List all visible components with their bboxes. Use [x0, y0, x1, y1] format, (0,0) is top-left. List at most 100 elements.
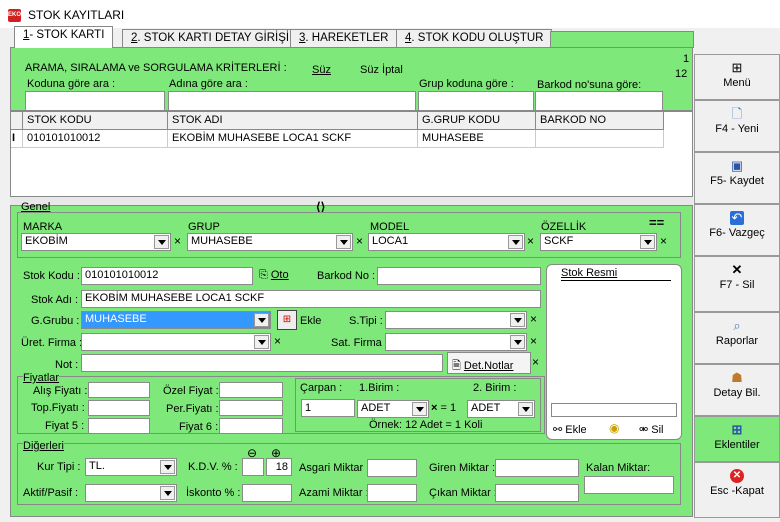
- kdv-input-2[interactable]: 18: [266, 458, 292, 476]
- marka-select[interactable]: EKOBİM: [21, 233, 171, 251]
- kalan-miktar-input[interactable]: [584, 476, 674, 494]
- aktif-pasif-select[interactable]: [85, 484, 177, 502]
- ggrubu-label: G.Grubu :: [31, 315, 80, 327]
- fiyat5-input[interactable]: [88, 418, 150, 434]
- filter-button[interactable]: Süz: [312, 64, 331, 76]
- tab-stok-karti[interactable]: 1- STOK KARTI: [14, 26, 114, 48]
- carpan-input[interactable]: 1: [301, 399, 355, 417]
- fiyat6-input[interactable]: [219, 418, 283, 434]
- cancel-button[interactable]: ↶ F6- Vazgeç: [694, 204, 780, 256]
- stipi-select[interactable]: [385, 311, 527, 329]
- table-cell[interactable]: EKOBİM MUHASEBE LOCA1 SCKF: [168, 130, 418, 148]
- kdv-input-1[interactable]: [242, 458, 264, 476]
- camera-icon[interactable]: ◉: [609, 421, 619, 435]
- save-button[interactable]: ▣ F5- Kaydet: [694, 152, 780, 204]
- clear-sat-firma-icon[interactable]: ×: [530, 334, 537, 348]
- add-image-icon: ⚯: [553, 424, 563, 436]
- model-select[interactable]: LOCA1: [368, 233, 525, 251]
- clear-marka-icon[interactable]: ×: [174, 234, 181, 248]
- save-disk-icon: ▣: [730, 158, 744, 173]
- clear-grup-icon[interactable]: ×: [356, 234, 363, 248]
- close-button[interactable]: ✕ Esc -Kapat: [694, 462, 780, 518]
- stock-image-panel[interactable]: Stok Resmi ⚯ Ekle ◉ ⚮ Sil: [546, 264, 682, 440]
- menu-button[interactable]: ⊞ Menü: [694, 54, 780, 100]
- chevron-down-icon: [412, 402, 427, 416]
- birim2-label: 2. Birim :: [473, 382, 517, 394]
- add-group-icon[interactable]: ⊞: [277, 310, 297, 330]
- uret-firma-select[interactable]: [81, 333, 271, 351]
- grup-select[interactable]: MUHASEBE: [187, 233, 353, 251]
- table-cell[interactable]: [536, 130, 664, 148]
- detail-info-button[interactable]: ☗ Detay Bil.: [694, 364, 780, 416]
- auto-code-icon: ⎘: [259, 269, 268, 281]
- row-cursor-marker: I: [11, 130, 23, 148]
- image-path-field[interactable]: [551, 403, 677, 417]
- column-header[interactable]: BARKOD NO: [536, 112, 664, 130]
- asgari-miktar-input[interactable]: [367, 459, 417, 477]
- birim2-select[interactable]: ADET: [467, 400, 535, 418]
- not-input[interactable]: [81, 354, 443, 372]
- add-group-label[interactable]: Ekle: [300, 315, 321, 327]
- new-button[interactable]: 🗋 F4 - Yeni: [694, 100, 780, 152]
- clear-not-icon[interactable]: ×: [532, 355, 539, 369]
- barcode-search-input[interactable]: [535, 91, 663, 111]
- splitter[interactable]: [10, 197, 693, 205]
- title-bar: EKO STOK KAYITLARI: [0, 0, 780, 28]
- page-count: 12: [675, 68, 688, 80]
- ozel-fiyat-input[interactable]: [219, 382, 283, 398]
- clear-uret-firma-icon[interactable]: ×: [274, 334, 281, 348]
- table-cell[interactable]: 010101010012: [23, 130, 168, 148]
- tab-hareketler[interactable]: 3. HAREKETLER: [290, 29, 398, 47]
- table-cell[interactable]: MUHASEBE: [418, 130, 536, 148]
- search-filter-panel: ARAMA, SIRALAMA ve SORGULAMA KRİTERLERİ …: [10, 47, 693, 111]
- column-header[interactable]: G.GRUP KODU: [418, 112, 536, 130]
- delete-button[interactable]: ✕ F7 - Sil: [694, 256, 780, 312]
- image-delete-button[interactable]: ⚮ Sil: [639, 423, 664, 436]
- window-title: STOK KAYITLARI: [28, 8, 125, 22]
- tab-stok-karti-detay[interactable]: 2. STOK KARTI DETAY GİRİŞİ: [122, 29, 299, 47]
- ozellik-label: ÖZELLİK: [541, 221, 587, 233]
- detail-notes-button[interactable]: 🗎 Det.Notlar: [447, 352, 531, 374]
- giren-miktar-input[interactable]: [495, 459, 579, 477]
- image-add-button[interactable]: ⚯ Ekle: [553, 423, 587, 436]
- reports-button[interactable]: ⌕ Raporlar: [694, 312, 780, 364]
- tab-stok-kodu-olustur[interactable]: 4. STOK KODU OLUŞTUR: [396, 29, 553, 47]
- azami-miktar-input[interactable]: [367, 484, 417, 502]
- clear-model-icon[interactable]: ×: [527, 234, 534, 248]
- sat-firma-select[interactable]: [385, 333, 527, 351]
- grup-label: GRUP: [188, 221, 220, 233]
- marka-label: MARKA: [23, 221, 63, 233]
- stok-kodu-input[interactable]: 010101010012: [81, 267, 253, 285]
- clear-stipi-icon[interactable]: ×: [530, 312, 537, 326]
- unit-example: Örnek: 12 Adet = 1 Koli: [369, 419, 483, 431]
- ozellik-select[interactable]: SCKF: [540, 233, 657, 251]
- clear-ozellik-icon[interactable]: ×: [660, 234, 667, 248]
- chevron-down-icon: [508, 235, 523, 249]
- column-header[interactable]: STOK KODU: [23, 112, 168, 130]
- name-search-input[interactable]: [168, 91, 416, 111]
- chevron-down-icon: [336, 235, 351, 249]
- top-fiyati-input[interactable]: [88, 400, 150, 416]
- chevron-down-icon: [254, 313, 269, 327]
- azami-miktar-label: Azami Miktar :: [299, 487, 369, 499]
- code-search-input[interactable]: [25, 91, 165, 111]
- delete-x-icon: ✕: [731, 262, 743, 277]
- auto-code-button[interactable]: ⎘ Oto: [259, 269, 289, 282]
- equals-icon[interactable]: ==: [649, 215, 664, 230]
- column-header[interactable]: STOK ADI: [168, 112, 418, 130]
- cikan-miktar-input[interactable]: [495, 484, 579, 502]
- per-fiyati-input[interactable]: [219, 400, 283, 416]
- addons-button[interactable]: ⊞ Eklentiler: [694, 416, 780, 462]
- iskonto-input[interactable]: [242, 484, 292, 502]
- stok-adi-input[interactable]: EKOBİM MUHASEBE LOCA1 SCKF: [81, 290, 541, 308]
- fiyat5-label: Fiyat 5 :: [45, 420, 85, 432]
- birim1-select[interactable]: ADET: [357, 400, 429, 418]
- group-search-input[interactable]: [418, 91, 534, 111]
- stock-grid[interactable]: STOK KODU STOK ADI G.GRUP KODU BARKOD NO…: [10, 111, 693, 197]
- detail-info-icon: ☗: [731, 370, 743, 385]
- kur-tipi-select[interactable]: TL.: [85, 458, 177, 476]
- ggrubu-select[interactable]: MUHASEBE: [81, 311, 271, 329]
- alis-fiyati-input[interactable]: [88, 382, 150, 398]
- filter-cancel-button[interactable]: Süz İptal: [360, 64, 403, 76]
- barkod-input[interactable]: [377, 267, 541, 285]
